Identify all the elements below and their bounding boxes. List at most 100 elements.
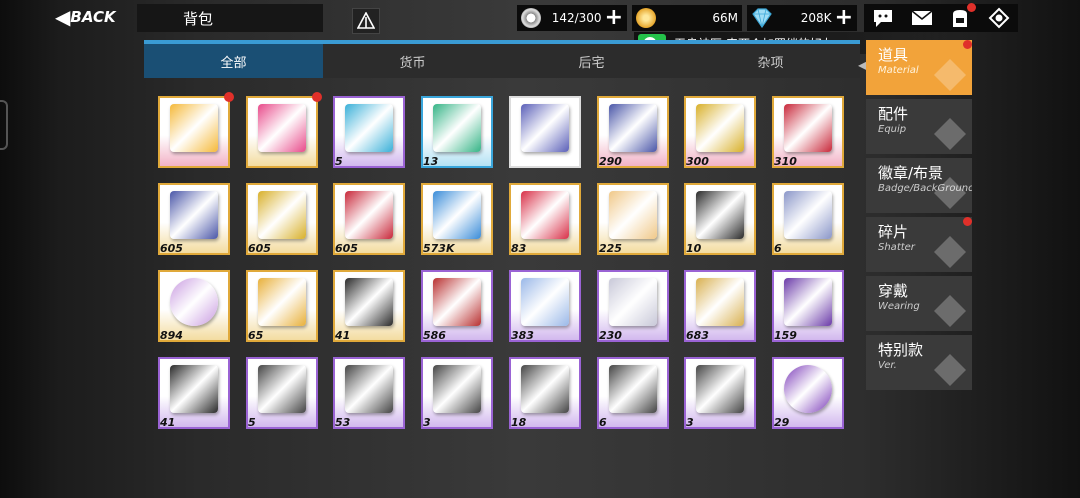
tab-dorm[interactable]: 后宅: [502, 44, 681, 78]
category-shatter[interactable]: 碎片 Shatter: [866, 217, 972, 272]
inventory-item[interactable]: 605: [333, 183, 405, 255]
tab-misc[interactable]: 杂项: [681, 44, 860, 78]
settings-icon: [988, 7, 1010, 29]
inventory-item[interactable]: 605: [158, 183, 230, 255]
inventory-item[interactable]: 41: [333, 270, 405, 342]
green-box-icon: [433, 104, 481, 152]
pen-icon: [784, 191, 832, 239]
item-quantity: 310: [774, 155, 797, 168]
inventory-item[interactable]: 65: [246, 270, 318, 342]
inventory-item[interactable]: 300: [684, 96, 756, 168]
button-icon: [784, 365, 832, 413]
title-bar: 背包: [137, 4, 380, 34]
category-ver[interactable]: 特别款 Ver.: [866, 335, 972, 390]
item-quantity: 10: [686, 242, 702, 255]
inventory-item[interactable]: 41: [158, 357, 230, 429]
item-quantity: 3: [423, 416, 431, 429]
inventory-item[interactable]: 18: [509, 357, 581, 429]
item-quantity: 383: [511, 329, 534, 342]
pink-ticket-icon: [258, 104, 306, 152]
sort-button[interactable]: [352, 8, 380, 34]
category-emblem-icon: [932, 57, 968, 93]
inventory-item[interactable]: 29: [772, 357, 844, 429]
item-quantity: 53: [335, 416, 351, 429]
item-quantity: 605: [335, 242, 358, 255]
shoes-pack-icon: [258, 365, 306, 413]
inventory-item[interactable]: 6: [772, 183, 844, 255]
magazine-icon: [170, 365, 218, 413]
category-equip[interactable]: 配件 Equip: [866, 99, 972, 154]
back-label: BACK: [70, 8, 116, 26]
notification-dot: [963, 217, 972, 226]
inventory-item[interactable]: 5: [333, 96, 405, 168]
tab-currency[interactable]: 货币: [323, 44, 502, 78]
settings-button[interactable]: [985, 6, 1013, 30]
item-quantity: 41: [160, 416, 176, 429]
item-quantity: 573K: [423, 242, 455, 255]
inventory-item[interactable]: 10: [684, 183, 756, 255]
item-quantity: 18: [511, 416, 527, 429]
inventory-item[interactable]: 83: [509, 183, 581, 255]
inventory-item[interactable]: 6: [597, 357, 669, 429]
item-quantity: 683: [686, 329, 709, 342]
blue-box-icon: [345, 104, 393, 152]
gold-value: 66M: [712, 11, 738, 25]
pants-pack-icon: [521, 365, 569, 413]
new-item-dot: [312, 92, 322, 102]
inventory-item[interactable]: 605: [246, 183, 318, 255]
item-quantity: 230: [599, 329, 622, 342]
page-title: 背包: [183, 10, 214, 28]
chat-icon: [874, 10, 893, 27]
item-quantity: 300: [686, 155, 709, 168]
category-material[interactable]: 道具 Material: [866, 40, 972, 95]
side-drawer-handle[interactable]: [0, 100, 8, 150]
inventory-item[interactable]: 586: [421, 270, 493, 342]
category-badge-background[interactable]: 徽章/布景 Badge/BackGround: [866, 158, 972, 213]
inventory-item[interactable]: 290: [597, 96, 669, 168]
diamond-counter: 208K +: [747, 5, 857, 31]
inventory-item[interactable]: 383: [509, 270, 581, 342]
diamond-add-button[interactable]: +: [835, 7, 853, 29]
category-wearing[interactable]: 穿戴 Wearing: [866, 276, 972, 331]
back-arrow-icon: ◀: [55, 5, 71, 29]
beta-red-ticket-icon: [784, 104, 832, 152]
mail-button[interactable]: [908, 6, 936, 30]
card-icon: [521, 104, 569, 152]
category-emblem-icon: [932, 116, 968, 152]
item-quantity: 290: [599, 155, 622, 168]
inventory-item[interactable]: 894: [158, 270, 230, 342]
gear-coin-value: 142/300: [551, 11, 602, 25]
other-pack-icon: [433, 365, 481, 413]
inventory-item[interactable]: 683: [684, 270, 756, 342]
hats-pack-icon: [696, 365, 744, 413]
tube-icon: [609, 278, 657, 326]
inventory-item[interactable]: 573K: [421, 183, 493, 255]
back-button[interactable]: ◀ BACK: [55, 3, 137, 31]
new-item-dot: [224, 92, 234, 102]
notification-dot: [963, 40, 972, 49]
inventory-item[interactable]: [509, 96, 581, 168]
inventory-item[interactable]: 3: [684, 357, 756, 429]
tab-all[interactable]: 全部: [144, 44, 323, 78]
backpack-button[interactable]: [946, 3, 977, 30]
inventory-item[interactable]: [158, 92, 234, 168]
badge-gold-icon: [696, 191, 744, 239]
inventory-item[interactable]: 3: [421, 357, 493, 429]
diamond-value: 208K: [800, 11, 832, 25]
inventory-item[interactable]: [246, 92, 322, 168]
inventory-item[interactable]: 5: [246, 357, 318, 429]
inventory-item[interactable]: 225: [597, 183, 669, 255]
feather-icon: [433, 191, 481, 239]
gear-coin-counter: 142/300 +: [517, 5, 627, 31]
item-quantity: 586: [423, 329, 446, 342]
inventory-item[interactable]: 230: [597, 270, 669, 342]
red-ticket-icon: [521, 191, 569, 239]
diamond-icon: [751, 8, 772, 29]
black-card-icon: [345, 278, 393, 326]
chat-button[interactable]: [869, 6, 897, 30]
inventory-item[interactable]: 13: [421, 96, 493, 168]
inventory-item[interactable]: 310: [772, 96, 844, 168]
gear-coin-add-button[interactable]: +: [605, 7, 623, 29]
inventory-item[interactable]: 53: [333, 357, 405, 429]
inventory-item[interactable]: 159: [772, 270, 844, 342]
